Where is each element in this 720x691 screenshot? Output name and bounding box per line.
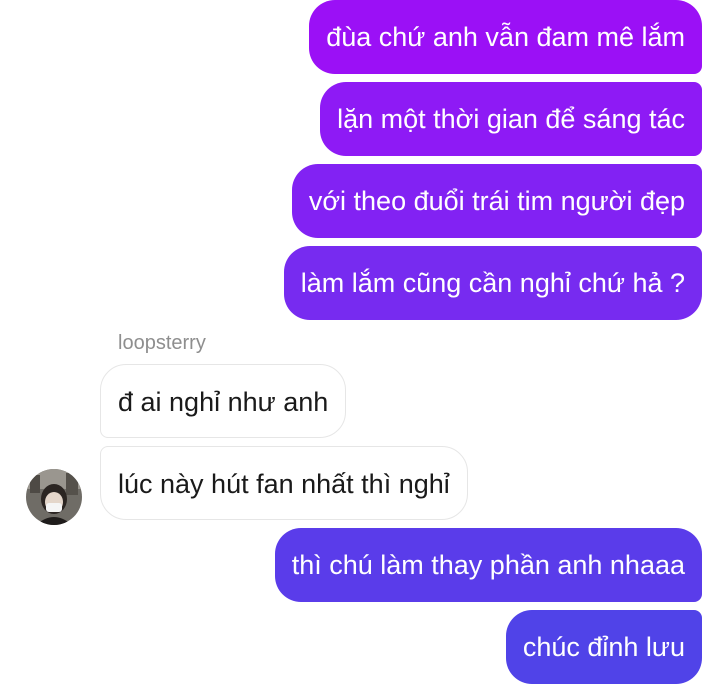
outgoing-message[interactable]: thì chú làm thay phần anh nhaaa (274, 528, 702, 602)
outgoing-message[interactable]: lặn một thời gian để sáng tác (320, 82, 702, 156)
profile-photo-icon (26, 469, 82, 525)
avatar[interactable] (26, 469, 82, 525)
chat-thread: đùa chứ anh vẫn đam mê lắm lặn một thời … (0, 0, 720, 691)
outgoing-message[interactable]: chúc đỉnh lưu (505, 610, 702, 684)
incoming-message[interactable]: đ ai nghỉ như anh (100, 364, 347, 438)
incoming-message[interactable]: lúc này hút fan nhất thì nghỉ (100, 446, 468, 520)
outgoing-message[interactable]: đùa chứ anh vẫn đam mê lắm (309, 0, 702, 74)
sender-name: loopsterry (118, 332, 206, 354)
outgoing-message[interactable]: với theo đuổi trái tim người đẹp (291, 164, 702, 238)
outgoing-message[interactable]: làm lắm cũng cần nghỉ chứ hả ? (283, 246, 702, 320)
